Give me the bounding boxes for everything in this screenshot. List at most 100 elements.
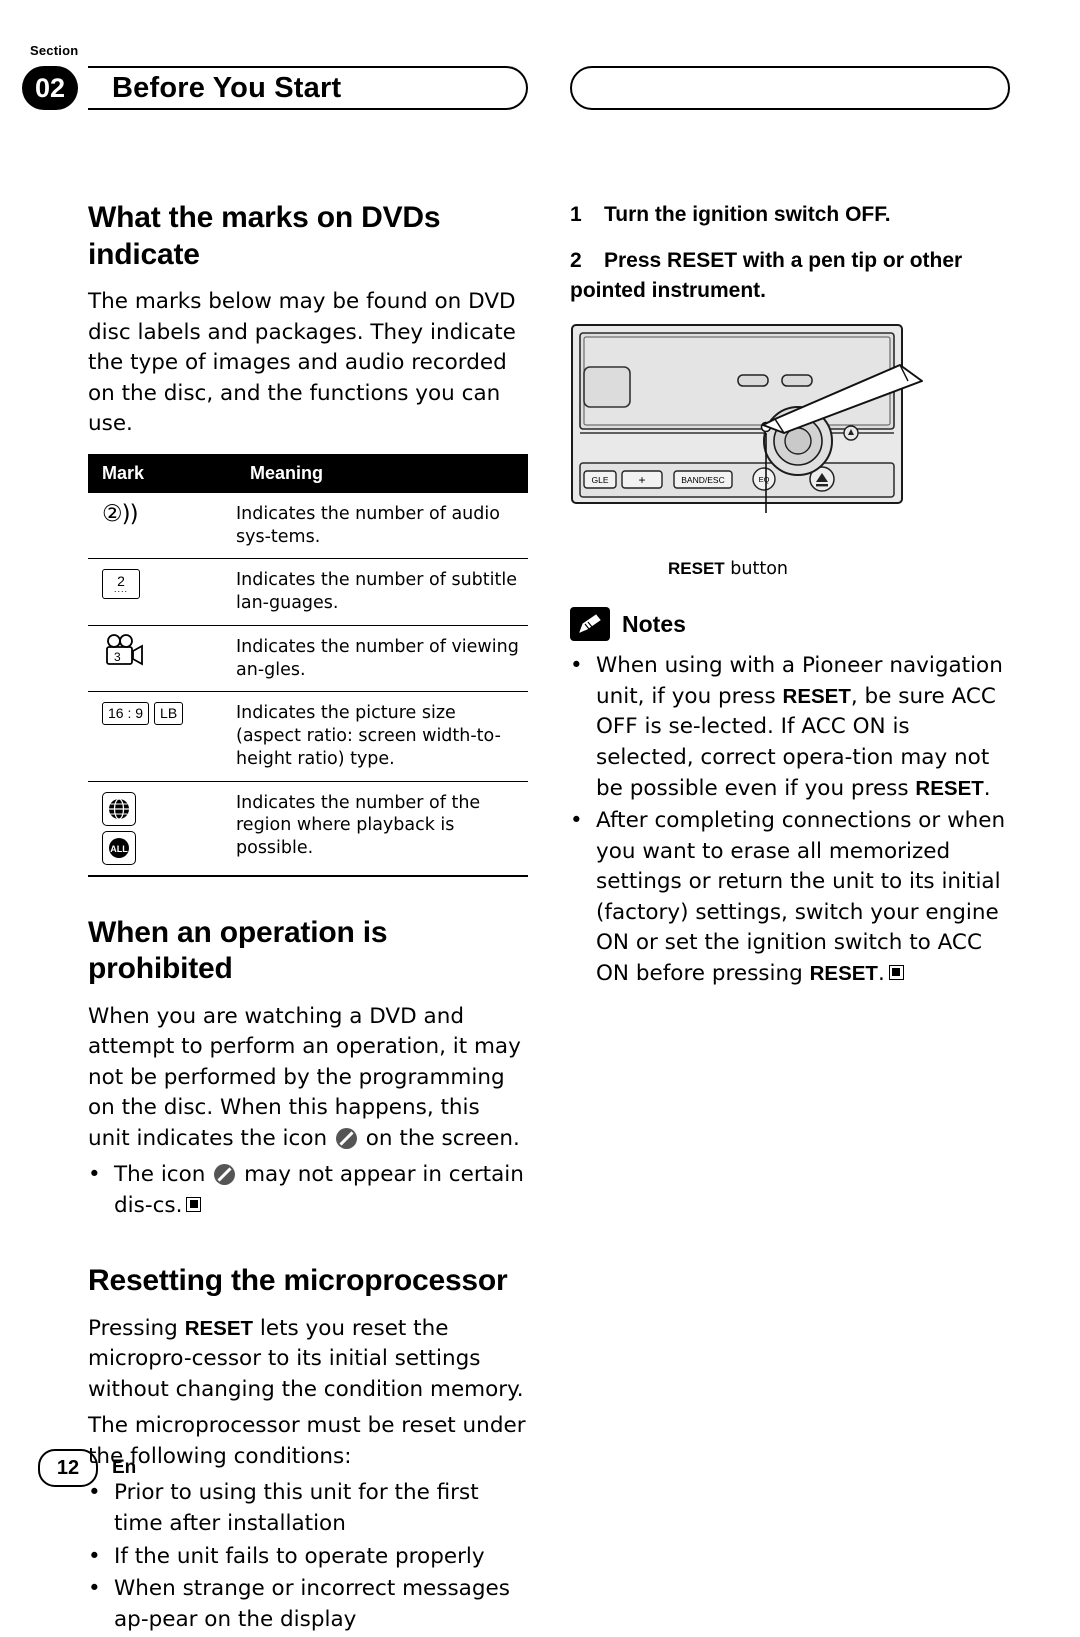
right-column: 1 Turn the ignition switch OFF. 2 Press RE… [570, 200, 1010, 991]
bullet-dot: • [88, 1576, 101, 1602]
pencil-svg [579, 614, 601, 634]
table-cell-meaning: Indicates the picture size (aspect ratio… [236, 691, 528, 782]
globe-all-svg: ALL [109, 837, 129, 858]
step-1-number: 1 [570, 203, 582, 226]
table-row: 2 .... Indicates the number of subtitle … [88, 558, 528, 626]
manual-page: Section 02 Before You Start What the mar… [0, 0, 1080, 1632]
head-unit-svg: GLE + BAND/ESC EQ [571, 324, 923, 514]
aspect-group: 16 : 9 LB [102, 702, 184, 725]
prohibited-icon [335, 1127, 357, 1149]
camera-glyph: 3 [102, 633, 146, 668]
reset-keyword: RESET [915, 776, 984, 800]
bullet-dot: • [570, 808, 583, 834]
reset-paragraph-1: Pressing RESET lets you reset the microp… [88, 1314, 528, 1406]
note-item: • After completing connections or when y… [570, 806, 1010, 989]
bullet-text: When strange or incorrect messages ap-pe… [114, 1576, 510, 1632]
bullet-dot: • [88, 1543, 101, 1569]
head-unit-illustration: GLE + BAND/ESC EQ [570, 321, 1010, 551]
language-code: En [112, 1457, 137, 1478]
table-cell-meaning: Indicates the number of subtitle lan-gua… [236, 558, 528, 626]
note-text: After completing connections or when you… [596, 806, 1010, 989]
column-header-meaning: Meaning [236, 453, 528, 493]
region-globe-icon [102, 791, 136, 826]
reset-bullet: • When strange or incorrect messages ap-… [88, 1574, 528, 1635]
section-number-badge: 02 [22, 66, 78, 110]
heading-marks-on-dvds: What the marks on DVDs indicate [88, 201, 441, 271]
table-row: ②)) Indicates the number of audio sys-te… [88, 492, 528, 560]
bullet-text-a: The icon [114, 1162, 206, 1188]
region-stack: ALL [102, 791, 230, 865]
heading-resetting-microprocessor: Resetting the microprocessor [88, 1264, 508, 1298]
page-title: Before You Start [112, 72, 342, 104]
bullet-dot: • [570, 653, 583, 679]
audio-systems-glyph: ②)) [102, 500, 139, 527]
aspect-lb-value: LB [154, 702, 184, 725]
camera-svg: 3 [106, 633, 143, 666]
table-header-row: Mark Meaning [88, 453, 528, 493]
svg-text:ALL: ALL [110, 844, 128, 854]
reset-paragraph-2: The microprocessor must be reset under t… [88, 1413, 526, 1469]
intro-paragraph: The marks below may be found on DVD disc… [88, 289, 516, 437]
table-row: 16 : 9 LB Indicates the picture size (as… [88, 691, 528, 782]
reset-text-a: Pressing [88, 1315, 178, 1341]
bullet-text: If the unit fails to operate properly [114, 1543, 485, 1569]
step-1: 1 Turn the ignition switch OFF. [570, 200, 1010, 230]
region-all-icon: ALL [102, 830, 136, 865]
bullet-text: Prior to using this unit for the first t… [114, 1480, 479, 1536]
audio-systems-icon: ②)) [88, 492, 236, 560]
aspect-ratio-value: 16 : 9 [102, 702, 150, 725]
table-cell-meaning: Indicates the number of the region where… [236, 781, 528, 877]
step-2-text: Press RESET with a pen tip or other poin… [570, 248, 963, 302]
svg-text:BAND/ESC: BAND/ESC [681, 475, 724, 485]
reset-keyword: RESET [809, 961, 878, 985]
aspect-ratio-icon: 16 : 9 LB [88, 691, 236, 782]
left-column: What the marks on DVDs indicate The mark… [88, 200, 528, 1637]
prohibited-text-b: on the screen. [365, 1125, 520, 1151]
header-pill-right [570, 66, 1010, 110]
reset-bullet: • Prior to using this unit for the first… [88, 1478, 528, 1539]
marks-table: Mark Meaning ②)) Indicates the number of… [88, 453, 528, 877]
subtitle-dots: .... [113, 584, 128, 595]
note2-text-a: After completing connections or when you… [596, 808, 1006, 986]
end-of-section-marker [888, 964, 904, 980]
step-1-text: Turn the ignition switch OFF. [604, 203, 891, 226]
notes-header: Notes [570, 607, 1010, 642]
svg-text:+: + [638, 473, 645, 487]
reset-caption-text: button [730, 559, 788, 580]
bullet-text: The icon may not appear in certain dis-c… [114, 1160, 528, 1221]
prohibited-icon [214, 1164, 236, 1186]
prohibited-bullet: • The icon may not appear in certain dis… [88, 1160, 528, 1221]
svg-text:EQ: EQ [759, 475, 770, 484]
column-header-mark: Mark [88, 453, 236, 493]
table-cell-meaning: Indicates the number of audio sys-tems. [236, 492, 528, 560]
step-2: 2 Press RESET with a pen tip or other poi… [570, 246, 1010, 306]
note-text: When using with a Pioneer navigation uni… [596, 651, 1010, 804]
reset-keyword: RESET [184, 1316, 254, 1340]
subtitle-box: 2 .... [102, 569, 140, 600]
reset-button-caption: RESET button [668, 559, 1010, 579]
page-number: 12 [38, 1449, 98, 1487]
reset-bullet: • If the unit fails to operate properly [88, 1542, 528, 1573]
globe-svg [109, 797, 129, 820]
heading-operation-prohibited: When an operation is prohibited [88, 915, 388, 986]
section-label: Section [30, 43, 79, 58]
table-row: ALL Indicates the number of the region w… [88, 781, 528, 877]
table-cell-meaning: Indicates the number of viewing an-gles. [236, 625, 528, 693]
subtitle-languages-icon: 2 .... [88, 558, 236, 626]
viewing-angles-icon: 3 [88, 625, 236, 693]
pencil-icon [570, 607, 610, 642]
svg-text:GLE: GLE [591, 475, 608, 485]
prohibited-paragraph: When you are watching a DVD and attempt … [88, 1002, 528, 1155]
table-row: 3 Indicates the number of viewing an-gle… [88, 625, 528, 693]
bullet-dot: • [88, 1162, 101, 1188]
page-footer: 12 En [38, 1449, 136, 1487]
note2-text-b: . [877, 960, 885, 986]
reset-keyword: RESET [782, 684, 851, 708]
reset-caption-keyword: RESET [668, 559, 725, 579]
note-item: • When using with a Pioneer navigation u… [570, 651, 1010, 804]
bullet-dot: • [88, 1480, 101, 1506]
step-2-number: 2 [570, 248, 582, 272]
note1-text-c: . [983, 775, 991, 801]
notes-title: Notes [622, 610, 686, 637]
region-code-icon: ALL [88, 781, 236, 877]
